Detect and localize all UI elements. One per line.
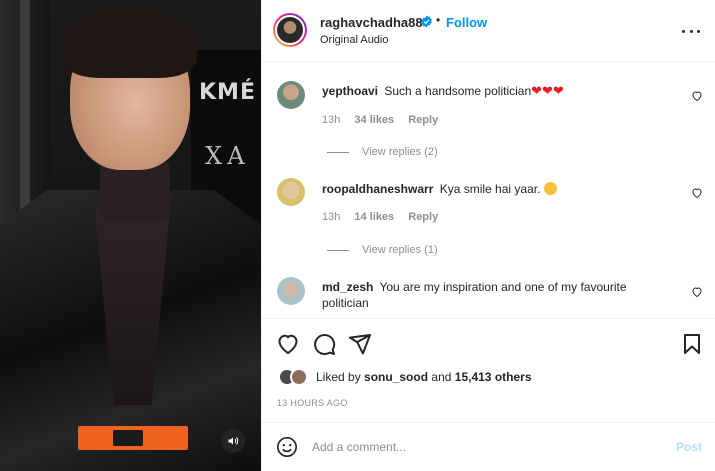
likes-summary: Liked by sonu_sood and 15,413 others: [262, 364, 715, 390]
avatar[interactable]: [277, 178, 305, 206]
comment-likes[interactable]: 14 likes: [354, 211, 394, 223]
mute-button[interactable]: [221, 429, 245, 453]
post-button[interactable]: Post: [676, 440, 702, 454]
heart-icon[interactable]: [276, 332, 300, 356]
liker-username[interactable]: sonu_sood: [364, 370, 428, 384]
comment-like-icon[interactable]: [691, 187, 703, 199]
comment-username[interactable]: yepthoavi: [322, 84, 378, 98]
banner-text: KMÉ: [199, 80, 256, 105]
person-belt: [78, 426, 188, 450]
comment-input[interactable]: [312, 437, 632, 457]
post-video[interactable]: KMÉ XA: [0, 0, 261, 471]
avatar[interactable]: [277, 277, 305, 305]
more-options-icon[interactable]: [682, 22, 700, 40]
post-panel: raghavchadha88 • Follow Original Audio y…: [261, 0, 715, 471]
comment-like-icon[interactable]: [691, 286, 703, 298]
heart-emoji: ❤❤❤: [531, 84, 564, 99]
view-replies-button[interactable]: View replies (2): [327, 146, 438, 158]
likes-count[interactable]: 15,413 others: [455, 370, 532, 384]
banner-text: XA: [205, 142, 251, 170]
likes-middle: and: [431, 370, 452, 384]
speaker-icon: [228, 437, 239, 445]
liker-avatars[interactable]: [278, 368, 318, 388]
separator-dot: •: [436, 13, 441, 27]
post-header: raghavchadha88 • Follow Original Audio: [262, 0, 715, 62]
follow-button[interactable]: Follow: [446, 15, 487, 30]
bookmark-icon[interactable]: [680, 332, 704, 356]
audio-label[interactable]: Original Audio: [320, 34, 389, 46]
verified-badge-icon: [421, 15, 432, 28]
comment-text: Such a handsome politician: [384, 84, 532, 98]
share-icon[interactable]: [348, 332, 372, 356]
comments-list: yepthoavi Such a handsome politician❤❤❤ …: [262, 63, 715, 318]
comment-like-icon[interactable]: [691, 90, 703, 102]
avatar[interactable]: [273, 13, 307, 47]
comment-username[interactable]: roopaldhaneshwarr: [322, 182, 433, 196]
comment-time: 13h: [322, 211, 341, 223]
action-bar: [262, 318, 715, 366]
person-hair: [62, 8, 197, 78]
emoji-icon[interactable]: [276, 436, 298, 458]
comment-text: Kya smile hai yaar.: [439, 182, 541, 196]
comment-username[interactable]: md_zesh: [322, 280, 373, 294]
comment-icon[interactable]: [312, 332, 336, 356]
add-comment-bar: Post: [262, 422, 715, 471]
comment-likes[interactable]: 34 likes: [354, 114, 394, 126]
comment-time: 13h: [322, 114, 341, 126]
post-timestamp[interactable]: 13 HOURS AGO: [277, 398, 348, 408]
reply-button[interactable]: Reply: [408, 114, 438, 126]
reply-button[interactable]: Reply: [408, 211, 438, 223]
view-replies-label: View replies (2): [362, 146, 438, 158]
post-author-username[interactable]: raghavchadha88: [320, 15, 423, 30]
view-replies-label: View replies (1): [362, 244, 438, 256]
avatar[interactable]: [277, 81, 305, 109]
likes-prefix: Liked by: [316, 370, 361, 384]
view-replies-button[interactable]: View replies (1): [327, 244, 438, 256]
face-emoji: [543, 182, 557, 195]
